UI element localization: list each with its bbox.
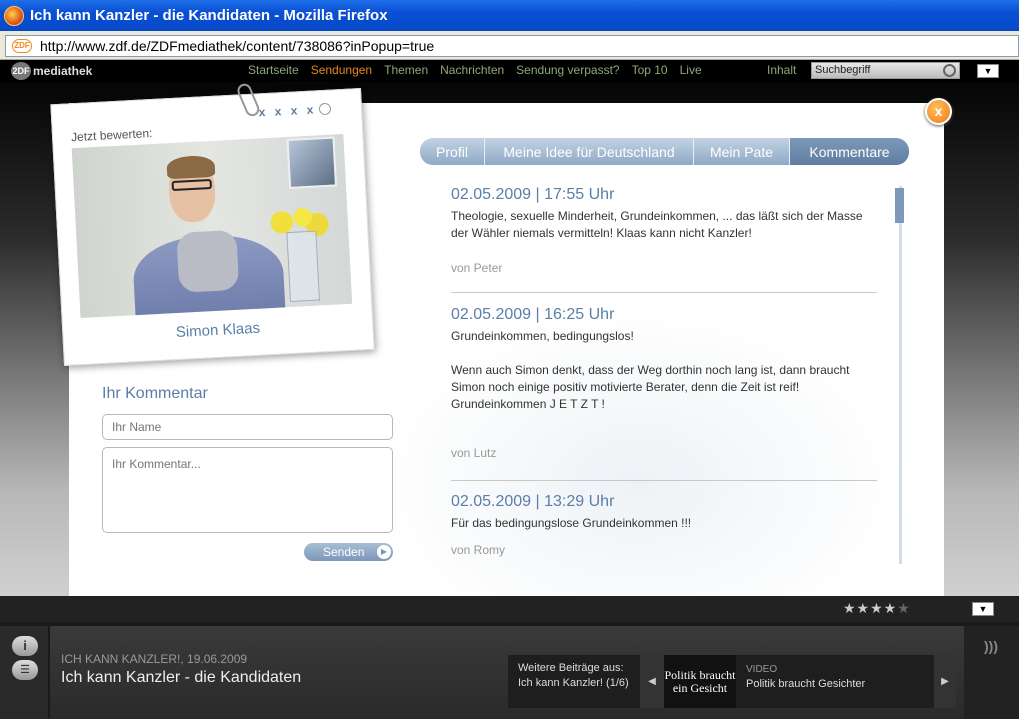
rating-star-5[interactable] (318, 102, 332, 116)
comment-author: von Romy (451, 543, 506, 557)
mediathek-navbar: 2DF mediathek Startseite Sendungen Theme… (0, 60, 1019, 82)
send-button[interactable]: Senden ▶ (304, 543, 393, 561)
player-bottom-bar: ★★★★★ ▼ i ☰ ICH KANN KANZLER!, 19.06.200… (0, 596, 1019, 719)
related-video-thumbnail[interactable]: Politik braucht ein Gesicht (664, 655, 736, 708)
nav-links: Startseite Sendungen Themen Nachrichten … (248, 63, 702, 77)
tab-profil[interactable]: Profil (420, 138, 485, 165)
right-column: ))) (964, 626, 1019, 719)
window-title: Ich kann Kanzler - die Kandidaten - Mozi… (30, 7, 388, 24)
comment-author: von Lutz (451, 446, 497, 460)
nav-link-live[interactable]: Live (680, 63, 702, 77)
bottom-dropdown-button[interactable]: ▼ (972, 602, 994, 616)
comment-date: 02.05.2009 | 13:29 Uhr (451, 493, 615, 510)
nav-link-sendung-verpasst[interactable]: Sendung verpasst? (516, 63, 619, 77)
video-meta: ICH KANN KANZLER!, 19.06.2009 (61, 652, 248, 666)
rating-stars-filled: ★★★★ (843, 600, 898, 616)
profile-tabs: Profil Meine Idee für Deutschland Mein P… (420, 138, 909, 165)
photo-person-scarf (176, 229, 240, 293)
comment-date: 02.05.2009 | 16:25 Uhr (451, 306, 615, 323)
comment-date: 02.05.2009 | 17:55 Uhr (451, 186, 615, 203)
side-icons: i ☰ (0, 626, 48, 719)
nav-link-inhalt[interactable]: Inhalt (767, 63, 796, 77)
photo-person-glasses (171, 178, 213, 192)
url-field[interactable]: ZDF http://www.zdf.de/ZDFmediathek/conte… (5, 35, 1019, 57)
comment-item: 02.05.2009 | 13:29 Uhr Für das bedingung… (451, 481, 877, 564)
more-label: Weitere Beiträge aus: (518, 662, 624, 674)
play-arrow-icon: ▶ (377, 545, 391, 559)
related-video-info[interactable]: VIDEO Politik braucht Gesichter (736, 655, 934, 708)
more-value: Ich kann Kanzler! (1/6) (518, 677, 629, 689)
comments-list[interactable]: 02.05.2009 | 17:55 Uhr Theologie, sexuel… (451, 186, 881, 564)
comment-field[interactable] (102, 447, 393, 533)
nav-dropdown-button[interactable]: ▼ (977, 64, 999, 78)
logo-text: mediathek (33, 64, 93, 78)
photo-person-hair (166, 154, 216, 180)
search-icon[interactable] (943, 64, 956, 77)
rating-star-3[interactable]: x (287, 103, 302, 118)
comment-text: Für das bedingungslose Grundeinkommen !!… (451, 516, 692, 530)
candidate-name: Simon Klaas (175, 319, 261, 342)
comment-author: von Peter (451, 261, 503, 275)
comments-scroll-thumb[interactable] (895, 188, 904, 223)
search-input[interactable]: Suchbegriff (811, 62, 960, 79)
tab-kommentare[interactable]: Kommentare (790, 138, 909, 165)
comment-item: 02.05.2009 | 17:55 Uhr Theologie, sexuel… (451, 186, 877, 293)
window-titlebar: Ich kann Kanzler - die Kandidaten - Mozi… (0, 0, 1019, 31)
photo-wall-picture (286, 136, 338, 189)
video-title: Ich kann Kanzler - die Kandidaten (61, 669, 302, 686)
bottom-rating-row: ★★★★★ ▼ (0, 596, 1019, 622)
info-icon[interactable]: i (12, 636, 38, 656)
rating-widget[interactable]: x x x x (255, 102, 332, 120)
rss-icon[interactable]: ))) (984, 638, 998, 654)
nav-link-nachrichten[interactable]: Nachrichten (440, 63, 504, 77)
photo-vase (286, 230, 320, 303)
candidate-photo (71, 134, 353, 319)
rate-label: Jetzt bewerten: (70, 126, 153, 145)
list-icon[interactable]: ☰ (12, 660, 38, 680)
comments-scrollbar[interactable] (899, 186, 902, 564)
related-video-type: VIDEO (746, 664, 778, 675)
search-placeholder: Suchbegriff (815, 64, 871, 76)
video-info-block: ICH KANN KANZLER!, 19.06.2009 Ich kann K… (50, 626, 964, 719)
tab-meine-idee[interactable]: Meine Idee für Deutschland (485, 138, 694, 165)
comment-text: Theologie, sexuelle Minderheit, Grundein… (451, 209, 863, 240)
site-favicon: ZDF (12, 39, 32, 53)
zdf-logo-icon: 2DF (11, 62, 31, 80)
name-field[interactable] (102, 414, 393, 440)
nav-link-sendungen[interactable]: Sendungen (311, 63, 372, 77)
comment-item: 02.05.2009 | 16:25 Uhr Grundeinkommen, b… (451, 293, 877, 481)
zdf-mediathek-logo[interactable]: 2DF mediathek (11, 62, 92, 80)
comment-form-title: Ihr Kommentar (102, 385, 208, 402)
related-video-title: Politik braucht Gesichter (746, 678, 866, 690)
firefox-icon (4, 5, 24, 26)
more-from-series[interactable]: Weitere Beiträge aus: Ich kann Kanzler! … (508, 655, 640, 708)
send-button-label: Senden (323, 545, 365, 559)
nav-link-themen[interactable]: Themen (384, 63, 428, 77)
comment-text: Grundeinkommen, bedingungslos! Wenn auch… (451, 329, 850, 411)
next-arrow-icon[interactable]: ▶ (934, 655, 956, 708)
close-popup-button[interactable]: x (925, 98, 952, 125)
nav-link-startseite[interactable]: Startseite (248, 63, 299, 77)
url-text[interactable]: http://www.zdf.de/ZDFmediathek/content/7… (40, 38, 434, 54)
rating-star-4[interactable]: x (303, 102, 318, 117)
address-bar: ZDF http://www.zdf.de/ZDFmediathek/conte… (0, 31, 1019, 60)
prev-arrow-icon[interactable]: ◀ (640, 655, 664, 708)
tab-mein-pate[interactable]: Mein Pate (694, 138, 790, 165)
overall-rating-stars: ★★★★★ (843, 600, 911, 617)
rating-star-empty: ★ (897, 600, 911, 616)
rating-star-2[interactable]: x (271, 104, 286, 119)
candidate-card: Jetzt bewerten: x x x x Simon Klaas (50, 81, 375, 366)
nav-link-top10[interactable]: Top 10 (632, 63, 668, 77)
